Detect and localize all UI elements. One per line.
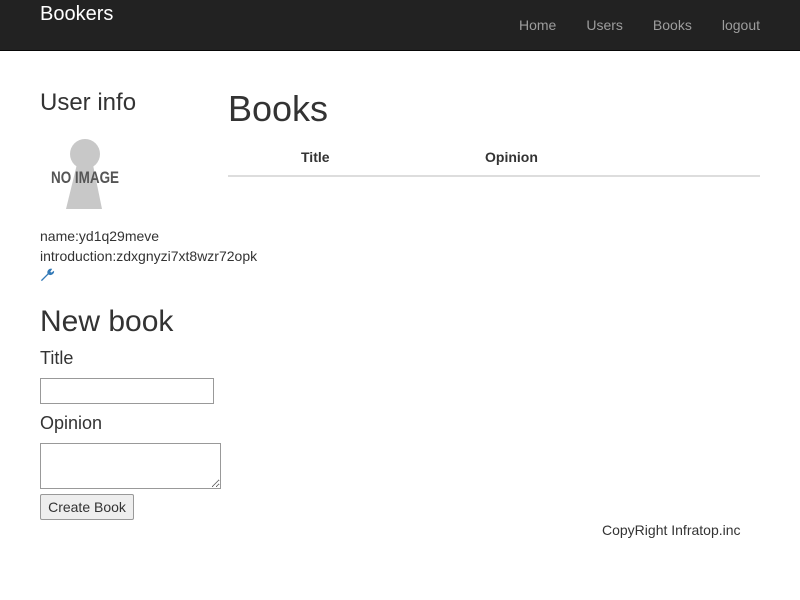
opinion-textarea[interactable] [40,443,221,489]
user-info-heading: User info [40,89,137,116]
create-book-button[interactable]: Create Book [40,494,134,520]
footer-copyright: CopyRight Infratop.inc [602,522,741,538]
no-image-text: NO IMAGE [51,168,119,187]
books-table-header: Title Opinion [228,140,760,177]
brand-link[interactable]: Bookers [40,3,113,26]
wrench-icon[interactable] [40,267,55,282]
new-book-heading: New book [40,305,174,338]
user-introduction: introduction:zdxgnyzi7xt8wzr72opk [40,248,258,264]
navbar: Bookers Home Users Books logout [0,0,800,51]
column-opinion: Opinion [485,149,538,165]
column-title: Title [301,149,330,165]
nav-home[interactable]: Home [519,17,556,33]
title-label: Title [40,348,74,368]
no-image-placeholder: NO IMAGE [51,139,119,209]
books-heading: Books [228,88,329,129]
title-input[interactable] [40,378,214,404]
opinion-label: Opinion [40,413,103,433]
nav-users[interactable]: Users [586,17,623,33]
nav-logout[interactable]: logout [722,17,760,33]
user-name: name:yd1q29meve [40,228,160,244]
nav-books[interactable]: Books [653,17,692,33]
